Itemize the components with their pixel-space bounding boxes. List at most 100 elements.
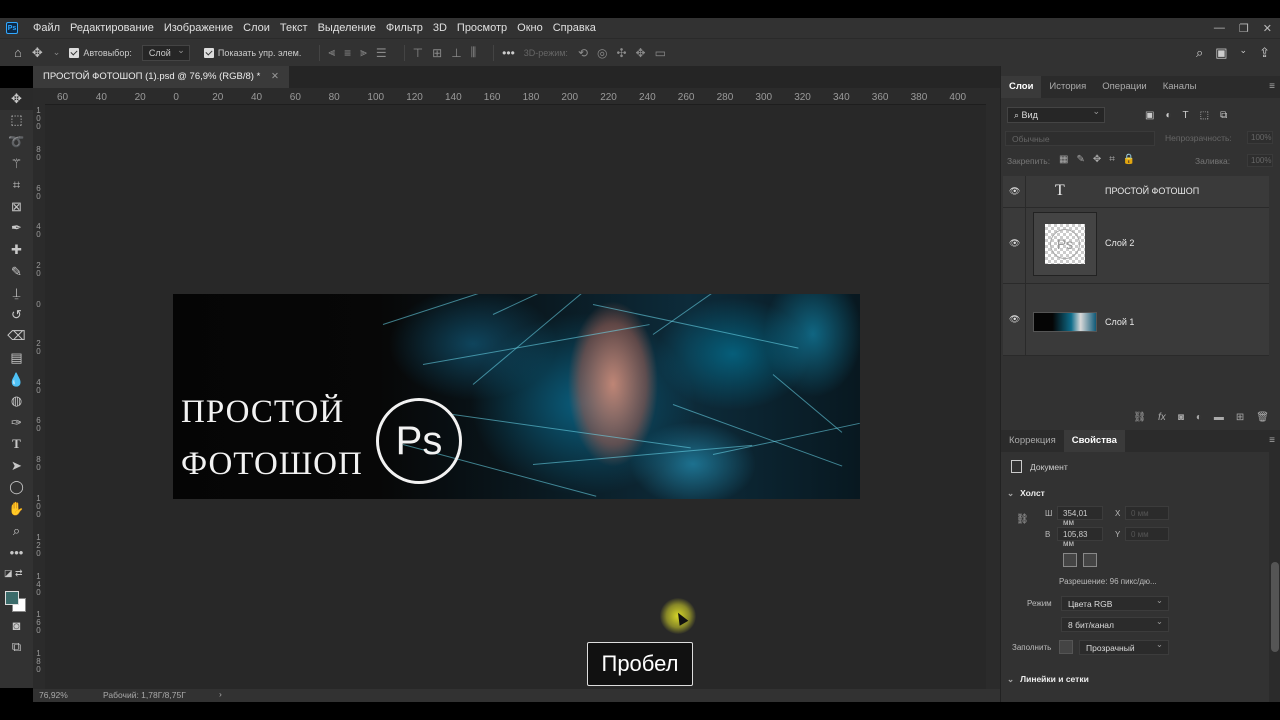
move-tool-icon[interactable]: ✥ xyxy=(32,45,43,61)
tab-adjustments[interactable]: Коррекция xyxy=(1001,430,1064,452)
quick-mask-icon[interactable]: ◙ xyxy=(0,615,33,637)
delete-layer-icon[interactable]: 🗑 xyxy=(1256,412,1269,423)
more-tools-icon[interactable]: ••• xyxy=(0,541,33,563)
tab-properties[interactable]: Свойства xyxy=(1063,430,1125,452)
layer-row-text[interactable]: 👁 T ПРОСТОЙ ФОТОШОП xyxy=(1003,176,1269,208)
magic-wand-tool-icon[interactable]: ⚚ xyxy=(0,153,33,175)
link-layers-icon[interactable]: ⛓ xyxy=(1133,412,1146,423)
path-selection-tool-icon[interactable]: ➤ xyxy=(0,455,33,477)
3d-camera-icon[interactable]: ▭ xyxy=(655,46,666,60)
history-brush-tool-icon[interactable]: ↺ xyxy=(0,304,33,326)
chevron-down-icon[interactable]: ⌄ xyxy=(53,47,61,58)
canvas-scrollbar[interactable] xyxy=(986,88,1000,689)
blend-mode-dropdown[interactable]: Обычные xyxy=(1005,131,1155,146)
lasso-tool-icon[interactable]: ➰ xyxy=(0,131,33,153)
filter-type-icon[interactable]: T xyxy=(1183,110,1189,121)
menu-file[interactable]: Файл xyxy=(28,22,65,34)
layer-style-icon[interactable]: fx xyxy=(1158,412,1166,423)
menu-image[interactable]: Изображение xyxy=(159,22,238,34)
menu-select[interactable]: Выделение xyxy=(313,22,381,34)
filter-shape-icon[interactable]: ⬚ xyxy=(1200,110,1209,121)
close-icon[interactable]: ✕ xyxy=(1263,22,1272,35)
swap-colors-icon[interactable]: ◪ ⇄ xyxy=(0,563,33,585)
mode-dropdown[interactable]: Цвета RGB xyxy=(1061,595,1169,611)
eyedropper-tool-icon[interactable]: ✒ xyxy=(0,218,33,240)
fill-dropdown[interactable]: Прозрачный xyxy=(1079,639,1169,655)
foreground-color-swatch[interactable] xyxy=(5,590,19,605)
blur-tool-icon[interactable]: 💧 xyxy=(0,369,33,391)
portrait-orientation-icon[interactable] xyxy=(1063,553,1077,567)
screen-mode-icon[interactable]: ⧉ xyxy=(0,636,33,658)
zoom-level[interactable]: 76,92% xyxy=(39,690,68,700)
lock-icons[interactable]: ▦✎✥⌗🔒 xyxy=(1059,154,1143,165)
home-icon[interactable]: ⌂ xyxy=(14,45,22,60)
width-field[interactable]: 354,01 мм xyxy=(1057,506,1103,527)
autoselect-dropdown[interactable]: Слой xyxy=(141,44,190,61)
gradient-tool-icon[interactable]: ▤ xyxy=(0,347,33,369)
filter-smartobject-icon[interactable]: ⧉ xyxy=(1220,110,1227,121)
menu-3d[interactable]: 3D xyxy=(428,22,452,34)
align-center-icon[interactable]: ≡ xyxy=(344,46,351,60)
frame-tool-icon[interactable]: ⊠ xyxy=(0,196,33,218)
layer-name[interactable]: Слой 2 xyxy=(1105,238,1134,248)
fill-color-swatch[interactable] xyxy=(1059,640,1073,654)
dodge-tool-icon[interactable]: ◍ xyxy=(0,390,33,412)
menu-view[interactable]: Просмотр xyxy=(452,22,512,34)
menu-type[interactable]: Текст xyxy=(275,22,313,34)
align-left-icon[interactable]: ⫷ xyxy=(328,45,335,60)
link-dimensions-icon[interactable]: ⛓ xyxy=(1016,514,1029,525)
3d-roll-icon[interactable]: ◎ xyxy=(597,46,607,60)
layer-filter-dropdown[interactable]: ⌕ Вид xyxy=(1007,106,1105,123)
chevron-right-icon[interactable]: › xyxy=(219,689,222,699)
menu-layers[interactable]: Слои xyxy=(238,22,275,34)
new-group-icon[interactable]: ▬ xyxy=(1214,412,1224,423)
search-icon[interactable]: ⌕ xyxy=(1196,45,1203,61)
visibility-eye-icon[interactable]: 👁 xyxy=(1009,186,1020,197)
tab-layers[interactable]: Слои xyxy=(1001,76,1042,98)
bit-depth-dropdown[interactable]: 8 бит/канал xyxy=(1061,616,1169,632)
adjustment-layer-icon[interactable]: ◐ xyxy=(1196,412,1202,423)
layer-name[interactable]: Слой 1 xyxy=(1105,317,1134,327)
eraser-tool-icon[interactable]: ⌫ xyxy=(0,326,33,348)
landscape-orientation-icon[interactable] xyxy=(1083,553,1097,567)
tab-history[interactable]: История xyxy=(1041,76,1094,98)
3d-pan-icon[interactable]: ✣ xyxy=(616,46,626,60)
healing-brush-tool-icon[interactable]: ✚ xyxy=(0,239,33,261)
layer-row-2[interactable]: 👁 Ps Слой 2 xyxy=(1003,208,1269,284)
add-mask-icon[interactable]: ◙ xyxy=(1178,412,1184,423)
filter-pixel-icon[interactable]: ▣ xyxy=(1145,110,1154,121)
move-tool-icon[interactable]: ✥ xyxy=(0,88,33,110)
workspace-icon[interactable]: ▣ xyxy=(1215,45,1227,61)
pen-tool-icon[interactable]: ✑ xyxy=(0,412,33,434)
more-options-icon[interactable]: ••• xyxy=(502,46,515,60)
visibility-eye-icon[interactable]: 👁 xyxy=(1009,238,1020,249)
clone-stamp-tool-icon[interactable]: ⍊ xyxy=(0,282,33,304)
document-canvas[interactable]: ПРОСТОЙ ФОТОШОП Ps xyxy=(173,294,860,499)
crop-tool-icon[interactable]: ⌗ xyxy=(0,174,33,196)
share-icon[interactable]: ⇪ xyxy=(1259,45,1270,61)
menu-help[interactable]: Справка xyxy=(548,22,601,34)
menu-filter[interactable]: Фильтр xyxy=(381,22,428,34)
document-tab[interactable]: ПРОСТОЙ ФОТОШОП (1).psd @ 76,9% (RGB/8) … xyxy=(33,66,289,88)
menu-window[interactable]: Окно xyxy=(512,22,548,34)
filter-adjustment-icon[interactable]: ◐ xyxy=(1165,110,1171,121)
show-controls-checkbox[interactable] xyxy=(203,47,214,58)
3d-slide-icon[interactable]: ✥ xyxy=(636,46,646,60)
tab-actions[interactable]: Операции xyxy=(1094,76,1154,98)
align-middle-icon[interactable]: ⊞ xyxy=(432,46,442,60)
type-tool-icon[interactable]: T xyxy=(0,434,33,456)
restore-icon[interactable]: ❐ xyxy=(1239,22,1249,35)
distribute-vertical-icon[interactable]: ⫼ xyxy=(471,45,477,60)
tab-channels[interactable]: Каналы xyxy=(1155,76,1205,98)
align-bottom-icon[interactable]: ⊥ xyxy=(451,46,461,60)
opacity-field[interactable]: 100% xyxy=(1247,131,1273,144)
rulers-section-header[interactable]: ⌄ Линейки и сетки xyxy=(1007,674,1089,685)
ellipse-tool-icon[interactable]: ◯ xyxy=(0,477,33,499)
properties-scrollbar[interactable] xyxy=(1269,452,1280,702)
autoselect-checkbox[interactable] xyxy=(69,47,80,58)
color-swatches[interactable] xyxy=(0,585,33,615)
y-field[interactable]: 0 мм xyxy=(1125,527,1169,541)
visibility-eye-icon[interactable]: 👁 xyxy=(1009,314,1020,325)
fill-field[interactable]: 100% xyxy=(1247,154,1273,167)
minimize-icon[interactable]: — xyxy=(1214,22,1225,34)
